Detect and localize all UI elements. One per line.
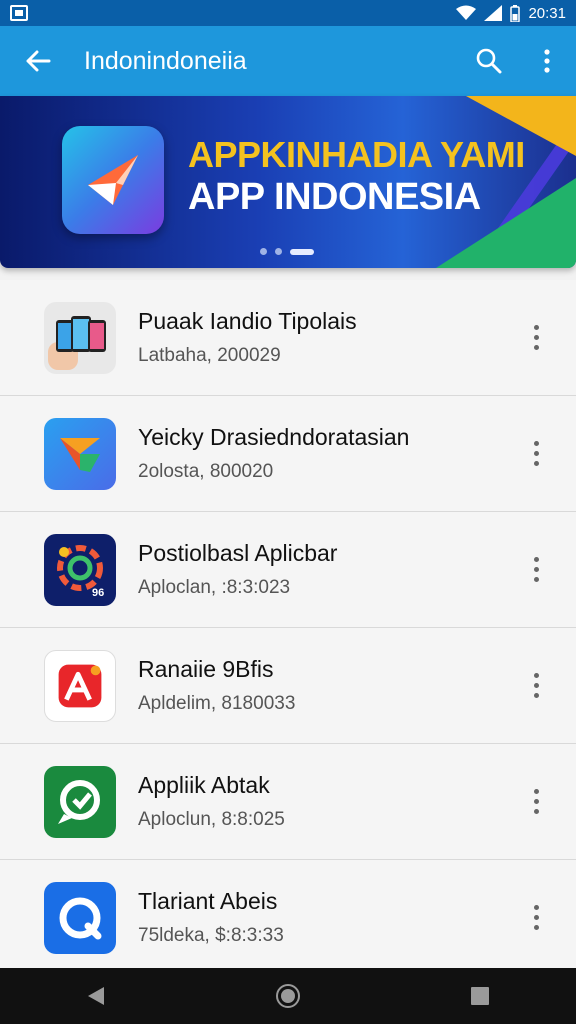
list-item[interactable]: Ranaiie 9Bfis Apldelim, 8180033 <box>0 628 576 744</box>
item-menu-button[interactable] <box>526 434 546 474</box>
list-item[interactable]: Tlariant Abeis 75ldeka, $:8:3:33 <box>0 860 576 968</box>
app-name: Puaak Iandio Tipolais <box>138 308 357 334</box>
nav-recents-icon <box>471 987 489 1005</box>
page-title: Indonindoneiia <box>84 46 247 75</box>
app-meta: 75ldeka, $:8:3:33 <box>138 925 284 946</box>
app-name: Appliik Abtak <box>138 772 270 798</box>
item-menu-button[interactable] <box>526 666 546 706</box>
banner-subheading: APP INDONESIA <box>188 176 481 218</box>
app-meta: Aploclan, :8:3:023 <box>138 577 291 598</box>
app-list: Puaak Iandio Tipolais Latbaha, 200029 Ye… <box>0 280 576 968</box>
carousel-dot <box>275 248 282 255</box>
app-name: Ranaiie 9Bfis <box>138 656 274 682</box>
red-a-icon <box>44 649 116 722</box>
system-nav-bar <box>0 968 576 1024</box>
carousel-dot-active <box>290 248 314 255</box>
gallery-notification-icon <box>10 5 28 21</box>
item-menu-button[interactable] <box>526 550 546 590</box>
more-vert-icon <box>544 49 550 73</box>
overflow-menu-button[interactable] <box>518 26 576 96</box>
item-menu-button[interactable] <box>526 898 546 938</box>
status-time: 20:31 <box>528 4 566 22</box>
search-button[interactable] <box>460 26 518 96</box>
app-name: Yeicky Drasiedndoratasian <box>138 424 410 450</box>
promo-banner[interactable]: APPKINHADIA YAMI APP INDONESIA <box>0 96 576 268</box>
list-item[interactable]: Appliik Abtak Aploclun, 8:8:025 <box>0 744 576 860</box>
nav-home-icon <box>276 984 300 1008</box>
list-item[interactable]: 96 Postiolbasl Aplicbar Aploclan, :8:3:0… <box>0 512 576 628</box>
list-item[interactable]: Puaak Iandio Tipolais Latbaha, 200029 <box>0 280 576 396</box>
item-menu-button[interactable] <box>526 782 546 822</box>
item-menu-button[interactable] <box>526 318 546 358</box>
app-meta: Aploclun, 8:8:025 <box>138 809 285 830</box>
green-chat-icon <box>44 765 116 838</box>
nav-recents-button[interactable] <box>450 968 510 1024</box>
app-bar: Indonindoneiia <box>0 26 576 96</box>
carousel-dot <box>260 248 267 255</box>
battery-icon <box>510 4 521 22</box>
nav-home-button[interactable] <box>258 968 318 1024</box>
g-logo-icon <box>44 417 116 490</box>
app-name: Tlariant Abeis <box>138 888 278 914</box>
status-bar: 20:31 <box>0 0 576 26</box>
app-meta: 2olosta, 800020 <box>138 461 274 482</box>
back-button[interactable] <box>0 26 76 96</box>
gear-colorful-icon: 96 <box>44 533 116 606</box>
nav-back-button[interactable] <box>66 968 126 1024</box>
app-meta: Latbaha, 200029 <box>138 345 281 366</box>
search-icon <box>476 48 502 74</box>
nav-back-icon <box>88 987 104 1005</box>
svg-text:96: 96 <box>92 587 104 599</box>
arrow-back-icon <box>26 50 51 72</box>
list-item[interactable]: Yeicky Drasiedndoratasian 2olosta, 80002… <box>0 396 576 512</box>
banner-heading: APPKINHADIA YAMI <box>188 134 525 175</box>
blue-circle-icon <box>44 881 116 954</box>
banner-logo-icon <box>62 126 164 234</box>
phones-icon <box>44 301 116 374</box>
signal-icon <box>484 5 503 21</box>
carousel-indicator <box>260 248 314 255</box>
app-meta: Apldelim, 8180033 <box>138 693 296 714</box>
app-name: Postiolbasl Aplicbar <box>138 540 338 566</box>
wifi-icon <box>456 5 477 20</box>
